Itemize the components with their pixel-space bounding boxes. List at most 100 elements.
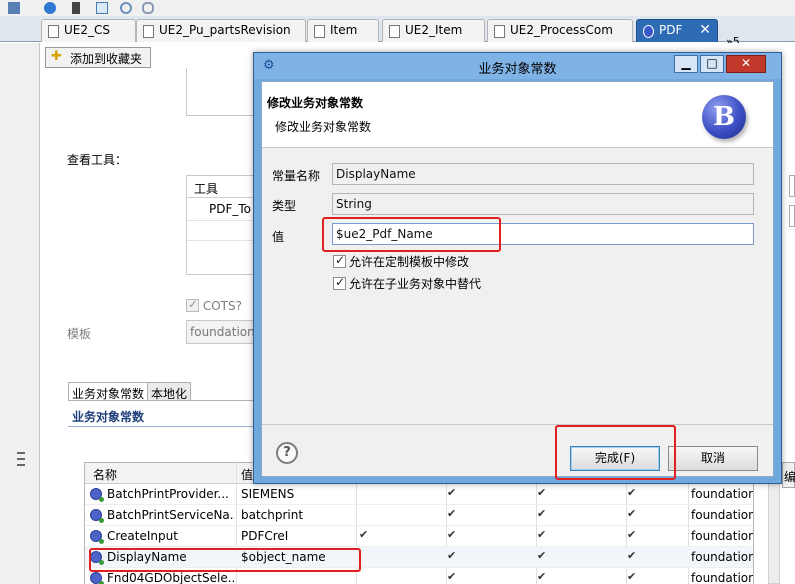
check-mark: ✔ (537, 549, 547, 562)
allow-child-override-checkbox[interactable]: 允许在子业务对象中替代 (333, 275, 481, 292)
minimize-icon[interactable]: ▁ (674, 55, 698, 73)
template-label: 模板 (67, 327, 92, 341)
dialog-title-bar[interactable]: ⚙ 业务对象常数 ▁ □ ✕ (254, 53, 781, 79)
check-mark: ✔ (447, 507, 457, 520)
toolbar-doc-icon[interactable] (96, 2, 108, 14)
left-gutter (0, 43, 40, 584)
upper-list-box (186, 68, 256, 116)
close-icon[interactable]: ✕ (699, 22, 711, 38)
toolbar-grid-icon[interactable] (8, 2, 20, 14)
check-icon[interactable] (333, 253, 346, 268)
toolbar-globe-icon[interactable] (44, 2, 56, 14)
row-name: Fnd04GDObjectSele... (107, 571, 235, 584)
tab-label: UE2_CS (64, 23, 110, 37)
section-title: 业务对象常数 (72, 410, 145, 424)
splitter-grip-icon[interactable] (17, 452, 25, 466)
check-icon[interactable] (333, 275, 346, 290)
check-mark: ✔ (627, 507, 637, 520)
constant-icon (90, 530, 104, 544)
check-mark: ✔ (447, 570, 457, 583)
b-logo-icon: B (702, 95, 746, 139)
check-mark: ✔ (447, 549, 457, 562)
tab-label: Item (330, 23, 358, 37)
annotation-box-finish-button (555, 425, 676, 480)
name-label: 常量名称 (272, 169, 321, 183)
tab-label: UE2_Pu_partsRevision (159, 23, 291, 37)
right-field-stub (789, 175, 795, 197)
allow-template-modify-checkbox[interactable]: 允许在定制模板中修改 (333, 253, 469, 270)
row-template: foundation (691, 571, 754, 584)
value-label: 值 (272, 230, 285, 244)
edit-button-label: 编 (784, 470, 795, 484)
help-icon[interactable]: ? (276, 442, 298, 464)
tab-business-constants[interactable]: 业务对象常数 (68, 382, 149, 401)
check-mark: ✔ (627, 528, 637, 541)
row-name: BatchPrintProvider... (107, 487, 229, 501)
check-mark: ✔ (537, 507, 547, 520)
add-to-favorites-button[interactable]: ✚ 添加到收藏夹 (45, 47, 151, 68)
table-row[interactable]: BatchPrintServiceNa... batchprint ✔ ✔ ✔ … (85, 505, 754, 526)
dialog-header: 修改业务对象常数 修改业务对象常数 B (262, 82, 773, 148)
tab-ue2-item[interactable]: UE2_Item (382, 19, 485, 42)
tab-label: UE2_ProcessCom (510, 23, 613, 37)
b-logo-icon (643, 25, 654, 38)
check-mark: ✔ (447, 486, 457, 499)
cancel-button[interactable]: 取消 (668, 446, 758, 471)
type-field: String (332, 193, 754, 215)
row-template: foundation (691, 550, 754, 564)
tab-ue2-cs[interactable]: UE2_CS (41, 19, 136, 42)
annotation-box-value-field (322, 217, 501, 252)
add-to-favorites-label: 添加到收藏夹 (70, 52, 143, 66)
main-toolbar (0, 0, 795, 16)
tools-value[interactable]: PDF_To (209, 202, 251, 216)
cots-checkbox[interactable]: COTS? (186, 297, 242, 313)
column-header-value[interactable]: 值 (241, 466, 253, 483)
dialog-header-subtitle: 修改业务对象常数 (275, 120, 372, 134)
row-value: PDFCreI (241, 529, 289, 543)
table-row[interactable]: CreateInput PDFCreI ✔ ✔ ✔ ✔ foundation (85, 526, 753, 547)
editor-tab-bar: UE2_CS UE2_Pu_partsRevision Item UE2_Ite… (0, 16, 795, 48)
row-template: foundation (691, 508, 754, 522)
right-field-stub (789, 205, 795, 227)
dialog-header-title: 修改业务对象常数 (267, 96, 364, 110)
constant-icon (90, 509, 104, 523)
type-label: 类型 (272, 199, 297, 213)
edit-button[interactable]: 编 (782, 462, 795, 488)
check-mark: ✔ (627, 549, 637, 562)
cots-check-icon[interactable] (186, 297, 199, 312)
maximize-icon[interactable]: □ (700, 55, 724, 73)
toolbar-link-icon[interactable] (142, 2, 154, 14)
constant-icon (90, 488, 104, 502)
check-mark: ✔ (627, 486, 637, 499)
file-icon (143, 25, 154, 38)
star-icon: ✚ (51, 49, 62, 64)
checkbox-label: 允许在子业务对象中替代 (349, 277, 482, 291)
table-row[interactable]: BatchPrintProvider... SIEMENS ✔ ✔ ✔ foun… (85, 484, 754, 505)
tab-item[interactable]: Item (307, 19, 379, 42)
check-mark: ✔ (447, 528, 457, 541)
close-icon[interactable]: ✕ (726, 55, 766, 73)
tab-label: UE2_Item (405, 23, 463, 37)
tab-pdf[interactable]: PDF ✕ (636, 19, 718, 42)
name-field: DisplayName (332, 163, 754, 185)
template-value: foundation (190, 325, 255, 339)
check-mark: ✔ (537, 486, 547, 499)
dialog-body: 修改业务对象常数 修改业务对象常数 B 常量名称 DisplayName 类型 … (261, 81, 774, 477)
column-header-name[interactable]: 名称 (93, 466, 117, 483)
toolbar-pen-icon[interactable] (72, 2, 80, 14)
row-value: batchprint (241, 508, 304, 522)
check-mark: ✔ (537, 570, 547, 583)
file-icon (494, 25, 505, 38)
template-field: foundation (186, 320, 256, 344)
tab-label: PDF (659, 23, 683, 37)
tab-localization[interactable]: 本地化 (147, 382, 192, 401)
toolbar-refresh-icon[interactable] (120, 2, 132, 14)
tab-ue2-processcom[interactable]: UE2_ProcessCom (487, 19, 633, 42)
file-icon (314, 25, 325, 38)
tab-ue2-pu-partsrevision[interactable]: UE2_Pu_partsRevision (136, 19, 306, 42)
file-icon (389, 25, 400, 38)
row-template: foundation (691, 487, 754, 501)
checkbox-label: 允许在定制模板中修改 (349, 255, 470, 269)
constant-icon (90, 572, 104, 584)
view-tools-label: 查看工具： (67, 153, 128, 167)
